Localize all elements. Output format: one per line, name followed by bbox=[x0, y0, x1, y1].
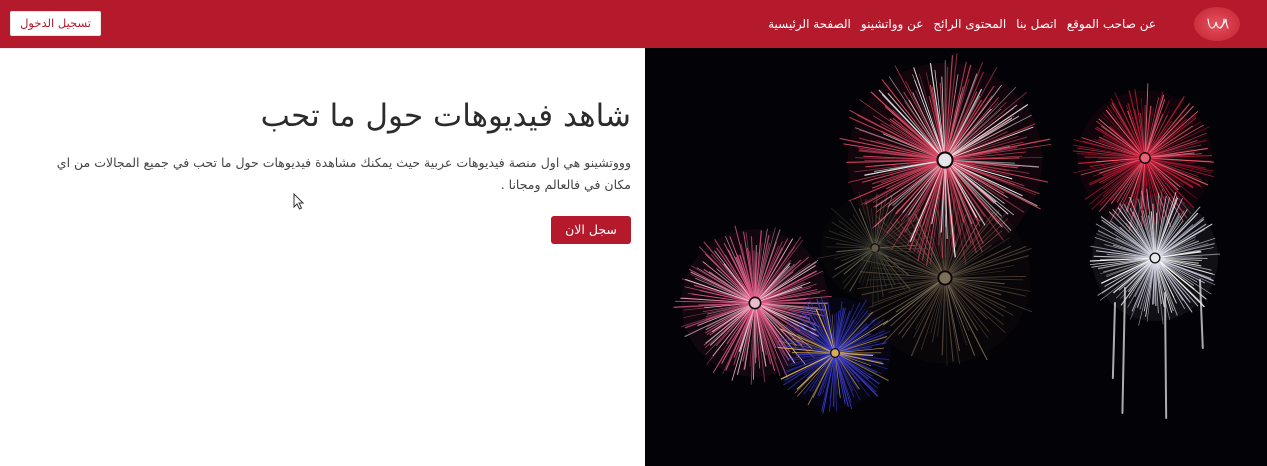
site-logo[interactable] bbox=[1194, 7, 1240, 41]
main-nav: الصفحة الرئيسية عن وواتشينو المحتوى الرا… bbox=[768, 0, 1156, 48]
fireworks-illustration bbox=[673, 53, 1221, 419]
hero-title: شاهد فيديوهات حول ما تحب bbox=[260, 98, 632, 134]
firework-trail bbox=[1111, 302, 1116, 379]
nav-link-about[interactable]: عن وواتشينو bbox=[861, 0, 924, 48]
firework-trail bbox=[1164, 292, 1168, 419]
wa-script-logo-icon bbox=[1207, 18, 1229, 29]
nav-link-contact[interactable]: اتصل بنا bbox=[1016, 0, 1057, 48]
nav-link-home[interactable]: الصفحة الرئيسية bbox=[768, 0, 851, 48]
login-button[interactable]: تسجيل الدخول bbox=[10, 11, 101, 36]
hero-fireworks-image bbox=[645, 48, 1267, 466]
navbar: الصفحة الرئيسية عن وواتشينو المحتوى الرا… bbox=[0, 0, 1267, 48]
signup-now-button[interactable]: سجل الان bbox=[551, 216, 631, 244]
nav-link-trending[interactable]: المحتوى الرائج bbox=[933, 0, 1006, 48]
nav-link-owner[interactable]: عن صاحب الموقع bbox=[1067, 0, 1156, 48]
hero-description: وووتشينو هي اول منصة فيديوهات عربية حيث … bbox=[56, 155, 631, 192]
mouse-cursor-icon bbox=[293, 193, 305, 210]
